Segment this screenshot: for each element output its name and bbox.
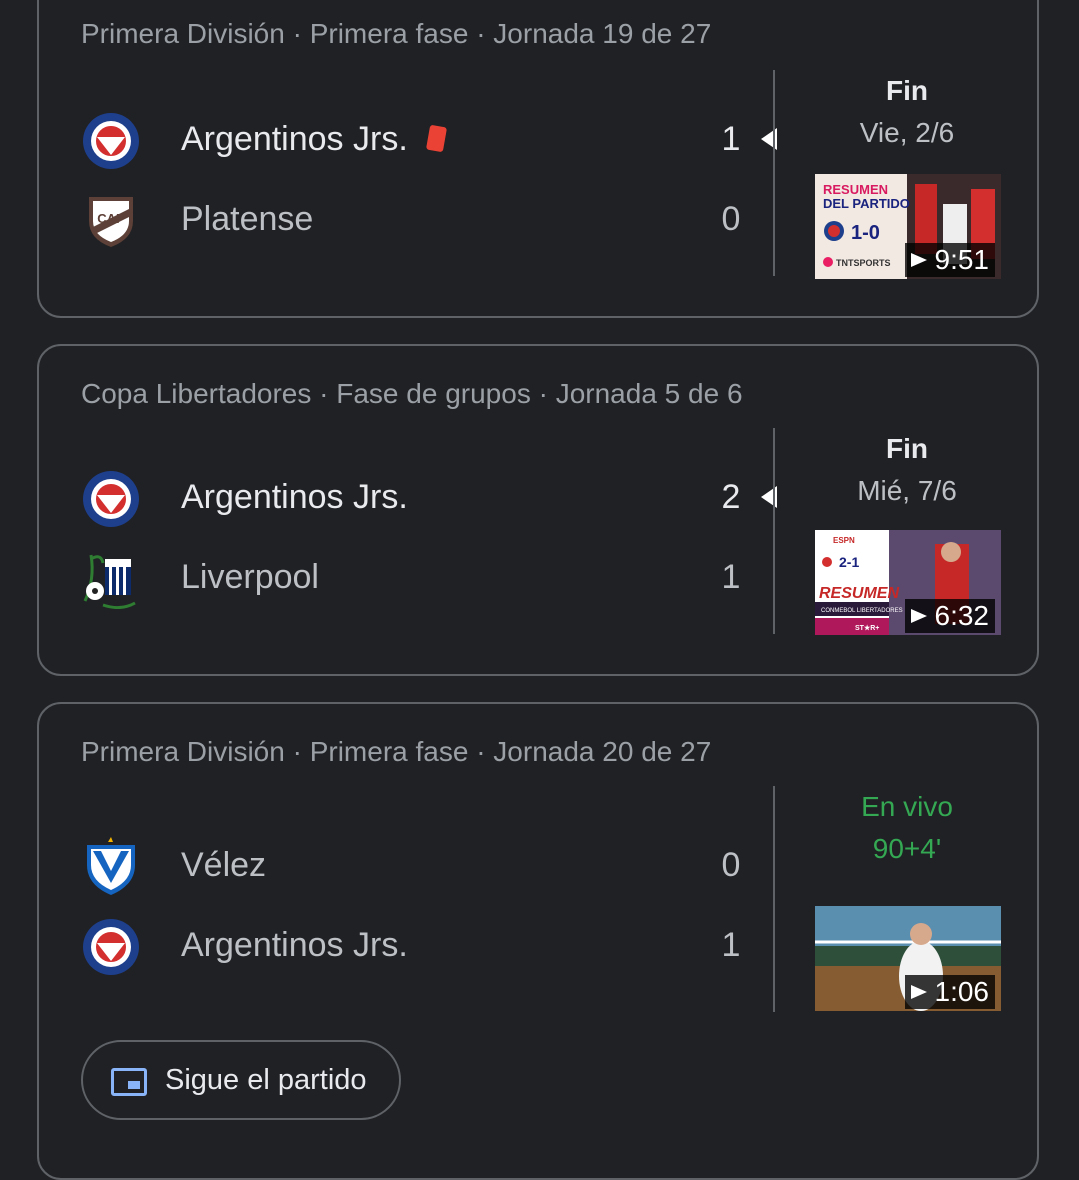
match-date: Mié, 7/6 [857, 475, 957, 506]
play-icon [910, 609, 927, 623]
play-icon [910, 985, 927, 999]
video-duration: 1:06 [904, 975, 995, 1009]
platense-crest-icon: CAP [81, 191, 141, 251]
divider [773, 428, 775, 634]
live-status-label: En vivo [861, 791, 953, 822]
divider [773, 786, 775, 1012]
match-date: Vie, 2/6 [859, 117, 955, 148]
video-thumbnail[interactable]: 1:06 [815, 906, 1001, 1011]
team-score: 1 [721, 926, 741, 964]
picture-in-picture-icon [111, 1068, 147, 1096]
team-score: 1 [721, 558, 741, 596]
team-name: Liverpool [181, 558, 319, 596]
team-row-away: Argentinos Jrs. 1 [81, 912, 781, 982]
thumb-score: 1-0 [851, 222, 880, 244]
velez-crest-icon [81, 837, 141, 897]
video-duration: 6:32 [904, 599, 995, 633]
team-name: Argentinos Jrs. [181, 120, 447, 159]
team-score: 0 [721, 846, 741, 884]
thumb-text: DEL PARTIDO [823, 196, 910, 211]
team-score: 2 [721, 478, 741, 516]
match-status: En vivo 90+4' [809, 786, 1005, 870]
follow-match-button[interactable]: Sigue el partido [81, 1040, 401, 1120]
svg-text:CAP: CAP [97, 211, 125, 226]
video-thumbnail[interactable]: RESUMEN DEL PARTIDO 1-0 TNTSPORTS 9:51 [815, 174, 1001, 279]
thumb-text: RESUMEN [819, 585, 899, 602]
follow-match-label: Sigue el partido [165, 1064, 367, 1096]
argentinos-crest-icon [81, 469, 141, 529]
team-row-away: CAP Platense 0 [81, 186, 781, 256]
team-row-home: Argentinos Jrs. 1 [81, 106, 781, 176]
team-name: Argentinos Jrs. [181, 478, 408, 516]
liverpool-crest-icon [81, 549, 141, 609]
match-header: Copa Libertadores · Fase de grupos · Jor… [81, 378, 743, 409]
team-name: Vélez [181, 846, 267, 884]
match-header: Primera División · Primera fase · Jornad… [81, 18, 712, 49]
team-score: 0 [721, 200, 741, 238]
team-name: Platense [181, 200, 314, 238]
thumb-star-brand: ST★R+ [855, 624, 879, 632]
thumb-subtitle: CONMEBOL LIBERTADORES [821, 608, 903, 614]
thumb-brand: ESPN [833, 536, 855, 545]
match-card[interactable]: Copa Libertadores · Fase de grupos · Jor… [37, 344, 1039, 676]
match-minute: 90+4' [872, 833, 942, 864]
divider [773, 70, 775, 276]
team-row-home: Argentinos Jrs. 2 [81, 464, 781, 534]
video-thumbnail[interactable]: ESPN 2-1 RESUMEN CONMEBOL LIBERTADORES S… [815, 530, 1001, 635]
play-icon [910, 253, 927, 267]
red-card-icon [425, 124, 447, 152]
match-card[interactable]: Primera División · Primera fase · Jornad… [37, 702, 1039, 1180]
match-header: Primera División · Primera fase · Jornad… [81, 736, 712, 767]
match-status: Fin Vie, 2/6 [809, 70, 1005, 154]
thumb-brand: TNTSPORTS [836, 258, 891, 268]
thumb-score: 2-1 [839, 554, 859, 570]
video-duration: 9:51 [904, 243, 995, 277]
thumb-text: RESUMEN [823, 182, 888, 197]
status-label: Fin [886, 433, 928, 464]
match-status: Fin Mié, 7/6 [809, 428, 1005, 512]
team-row-home: Vélez 0 [81, 832, 781, 902]
team-score: 1 [721, 120, 741, 158]
team-row-away: Liverpool 1 [81, 544, 781, 614]
match-card[interactable]: Primera División · Primera fase · Jornad… [37, 0, 1039, 318]
argentinos-crest-icon [81, 917, 141, 977]
argentinos-crest-icon [81, 111, 141, 171]
team-name: Argentinos Jrs. [181, 926, 408, 964]
status-label: Fin [886, 75, 928, 106]
